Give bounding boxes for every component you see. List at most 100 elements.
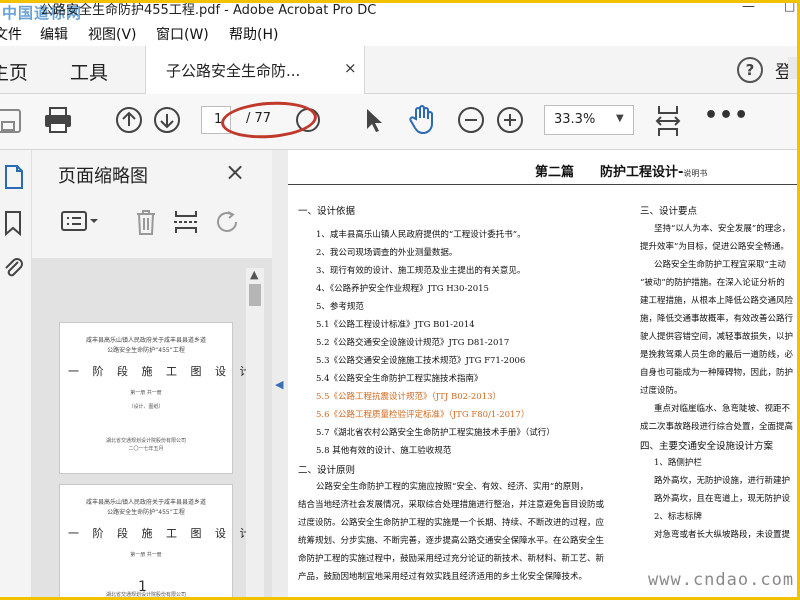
- document-text-line: 路外高坎，且在弯道上，现无防护设: [654, 494, 791, 504]
- panel-title: 页面缩略图: [58, 166, 148, 187]
- thumbnail-list[interactable]: 咸丰县高乐山镇人民政府关于咸丰县县道乡道 公路安全生命防护“455”工程 一 阶…: [32, 258, 272, 600]
- minimize-button[interactable]: —: [742, 3, 755, 14]
- collapse-panel-icon[interactable]: ◀: [275, 378, 283, 391]
- document-text-line: 公路安全生命防护工程宜采取“主动: [654, 260, 786, 270]
- document-tab-title: 子公路安全生命防...: [166, 62, 301, 80]
- document-text-line: 5.8 其他有效的设计、施工验收规范: [316, 446, 452, 456]
- select-tool-icon[interactable]: [363, 106, 385, 134]
- delete-page-icon[interactable]: [134, 208, 158, 240]
- thumbnail-text: 公路安全生命防护“455”工程: [107, 347, 185, 354]
- window-title: 公路安全生命防护455工程.pdf - Adobe Acrobat Pro DC: [40, 3, 377, 18]
- document-text-line: 5.2《公路交通安全设施设计规范》JTG D81-2017: [316, 338, 510, 348]
- document-text-line: 1、咸丰县高乐山镇人民政府提供的“工程设计委托书”。: [316, 230, 526, 240]
- maximize-button[interactable]: □: [784, 3, 795, 13]
- options-menu-icon[interactable]: [60, 208, 100, 238]
- print-icon[interactable]: [43, 106, 73, 134]
- page-thumbnails-panel: 页面缩略图 × 咸丰县高乐山镇人民政府关于咸丰县县道乡道 公路安全生命防护“45…: [32, 150, 272, 600]
- document-text-line: 结合当地经济社会发展情况，采取综合处理措施进行整治，并注意避免盲目设防或: [298, 500, 605, 510]
- document-text-line: 重点对临崖临水、急弯陡坡、视距不: [654, 404, 791, 414]
- document-text-line: 对急弯或者长大纵坡路段，未设置提: [654, 530, 791, 540]
- document-text-line: 提升效率”为目标，促进公路安全畅通。: [640, 242, 789, 252]
- toolbar: 1 / 77 33.3% ▼ •••: [0, 94, 800, 150]
- zoom-in-icon[interactable]: [496, 106, 524, 134]
- document-text-line: 5.6《公路工程质量检验评定标准》（JTG F80/1-2017）: [316, 410, 530, 420]
- fit-page-icon[interactable]: [655, 104, 681, 138]
- close-tab-button[interactable]: ×: [344, 59, 357, 77]
- menu-bar: 文件 编辑 视图(V) 窗口(W) 帮助(H): [0, 20, 800, 46]
- next-page-icon[interactable]: [153, 106, 181, 134]
- document-text-line: 自身也可能成为一种障碍物，因此，防护: [640, 368, 794, 378]
- close-panel-button[interactable]: ×: [225, 158, 245, 186]
- zoom-out-icon[interactable]: [457, 106, 485, 134]
- menu-edit[interactable]: 编辑: [40, 24, 68, 44]
- navigation-rail: [0, 150, 32, 600]
- document-text-line: 产品，鼓励因地制宜地采用经过有效实践且经济适用的乡土化安全保障技术。: [298, 572, 588, 582]
- document-text-line: 5.5《公路工程抗震设计规范》（JTJ B02-2013）: [316, 392, 502, 402]
- menu-window[interactable]: 窗口(W): [156, 24, 209, 44]
- document-text-line: 1、路侧护栏: [654, 458, 702, 468]
- page-thumbnail-1[interactable]: 咸丰县高乐山镇人民政府关于咸丰县县道乡道 公路安全生命防护“455”工程 一 阶…: [60, 323, 256, 473]
- more-tools-icon[interactable]: •••: [704, 103, 749, 128]
- thumbnail-page-label: 1: [138, 579, 147, 595]
- help-button[interactable]: ?: [737, 57, 763, 83]
- page-heading: 第二篇 防护工程设计-说明书: [535, 161, 707, 180]
- document-text-line: 5.3《公路交通安全设施施工技术规范》JTG F71-2006: [316, 356, 526, 366]
- site-watermark-bottom: www.cndao.com: [648, 570, 795, 590]
- document-text-line: 3、现行有效的设计、施工规范及业主提出的有关意见。: [316, 266, 526, 276]
- document-text-line: 5、参考规范: [316, 302, 364, 312]
- document-text-line: 命防护工程的实施过程中，鼓励采用经过充分论证的新技术、新材料、新工艺、新: [298, 554, 605, 564]
- page-heading-sub: 说明书: [683, 169, 708, 178]
- thumbnail-heading: 一 阶 段 施 工 图 设 计: [68, 527, 256, 540]
- document-text-line: 成二次事故路段进行综合处置，全面提高: [640, 422, 794, 432]
- insert-page-icon[interactable]: [172, 208, 200, 240]
- chevron-down-icon: ▼: [616, 113, 624, 124]
- zoom-value: 33.3%: [554, 112, 596, 127]
- previous-page-icon[interactable]: [115, 106, 143, 134]
- scroll-up-icon[interactable]: ▲: [250, 268, 258, 281]
- header-rule: [288, 184, 800, 185]
- tab-document[interactable]: 子公路安全生命防... ×: [145, 46, 365, 94]
- menu-view[interactable]: 视图(V): [88, 24, 137, 44]
- document-text-line: 2、我公司现场调查的外业测量数据。: [316, 248, 458, 258]
- thumbnail-text: 湖北省交通规划设计院股份有限公司: [105, 438, 186, 444]
- page-heading-main: 第二篇 防护工程设计-: [535, 165, 684, 180]
- menu-help[interactable]: 帮助(H): [229, 24, 278, 44]
- document-text-line: 路外高坎，无防护设施，进行新建护: [654, 476, 791, 486]
- save-icon[interactable]: [0, 108, 22, 134]
- tab-bar: 主页 工具 子公路安全生命防... × ? 登: [0, 46, 800, 94]
- document-text-line: 过度设防。公路安全生命防护工程的实施是一个长期、持续、不断改进的过程，应: [298, 518, 605, 528]
- page-thumbnails-icon[interactable]: [4, 164, 24, 190]
- menu-file[interactable]: 文件: [0, 24, 22, 44]
- document-text-line: 公路安全生命防护工程的实施应按照“安全、有效、经济、实用”的原则，: [316, 482, 589, 492]
- tab-tools[interactable]: 工具: [70, 58, 108, 85]
- title-bar: 中国道标网 公路安全生命防护455工程.pdf - Adobe Acrobat …: [0, 0, 800, 20]
- tab-home[interactable]: 主页: [0, 58, 28, 85]
- thumbnail-text: 咸丰县高乐山镇人民政府关于咸丰县县道乡道: [85, 499, 206, 506]
- document-text-line: 4、《公路养护安全作业规程》JTG H30-2015: [316, 284, 489, 294]
- rotate-page-icon[interactable]: [214, 208, 242, 240]
- document-text-line: 坚持“以人为本、安全发展”的理念，: [654, 224, 791, 234]
- zoom-dropdown[interactable]: 33.3% ▼: [544, 105, 634, 135]
- hand-tool-icon[interactable]: [406, 103, 438, 135]
- section-heading: 二、设计原则: [298, 465, 356, 476]
- document-text-line: 是挽救驾乘人员生命的最后一道防线，必: [640, 350, 794, 360]
- thumbnail-text: 第一册 共一册: [130, 390, 162, 396]
- thumbnail-text: 二〇一七年五月: [128, 446, 164, 452]
- thumbnail-scrollbar[interactable]: ▲: [246, 268, 264, 600]
- document-text-line: 5.1《公路工程设计标准》JTG B01-2014: [316, 320, 475, 330]
- section-heading: 三、设计要点: [640, 206, 698, 217]
- attachment-icon[interactable]: [2, 254, 24, 280]
- document-text-line: 驶人提供容错空间，减轻事故损失，以护: [640, 332, 794, 342]
- document-text-line: 统筹规划、分步实施、不断完善，逐步提高公路交通安全保障水平。在公路安全生: [298, 536, 605, 546]
- thumbnail-text: 第一册 共一册: [130, 552, 162, 558]
- bookmark-icon[interactable]: [4, 210, 22, 236]
- panel-splitter[interactable]: ◀: [272, 150, 288, 600]
- section-heading: 四、主要交通安全设施设计方案: [640, 441, 774, 452]
- document-view[interactable]: 第二篇 防护工程设计-说明书 一、设计依据 1、咸丰县高乐山镇人民政府提供的“工程…: [288, 150, 800, 600]
- thumbnail-heading: 一 阶 段 施 工 图 设 计: [68, 365, 256, 378]
- section-heading: 一、设计依据: [298, 206, 356, 217]
- scrollbar-thumb[interactable]: [249, 284, 261, 306]
- document-text-line: 5.4《公路安全生命防护工程实施技术指南》: [316, 374, 483, 384]
- thumbnail-text: （设计、图纸）: [128, 404, 164, 410]
- document-text-line: 建工程措施，从根本上降低公路交通风险: [640, 296, 794, 306]
